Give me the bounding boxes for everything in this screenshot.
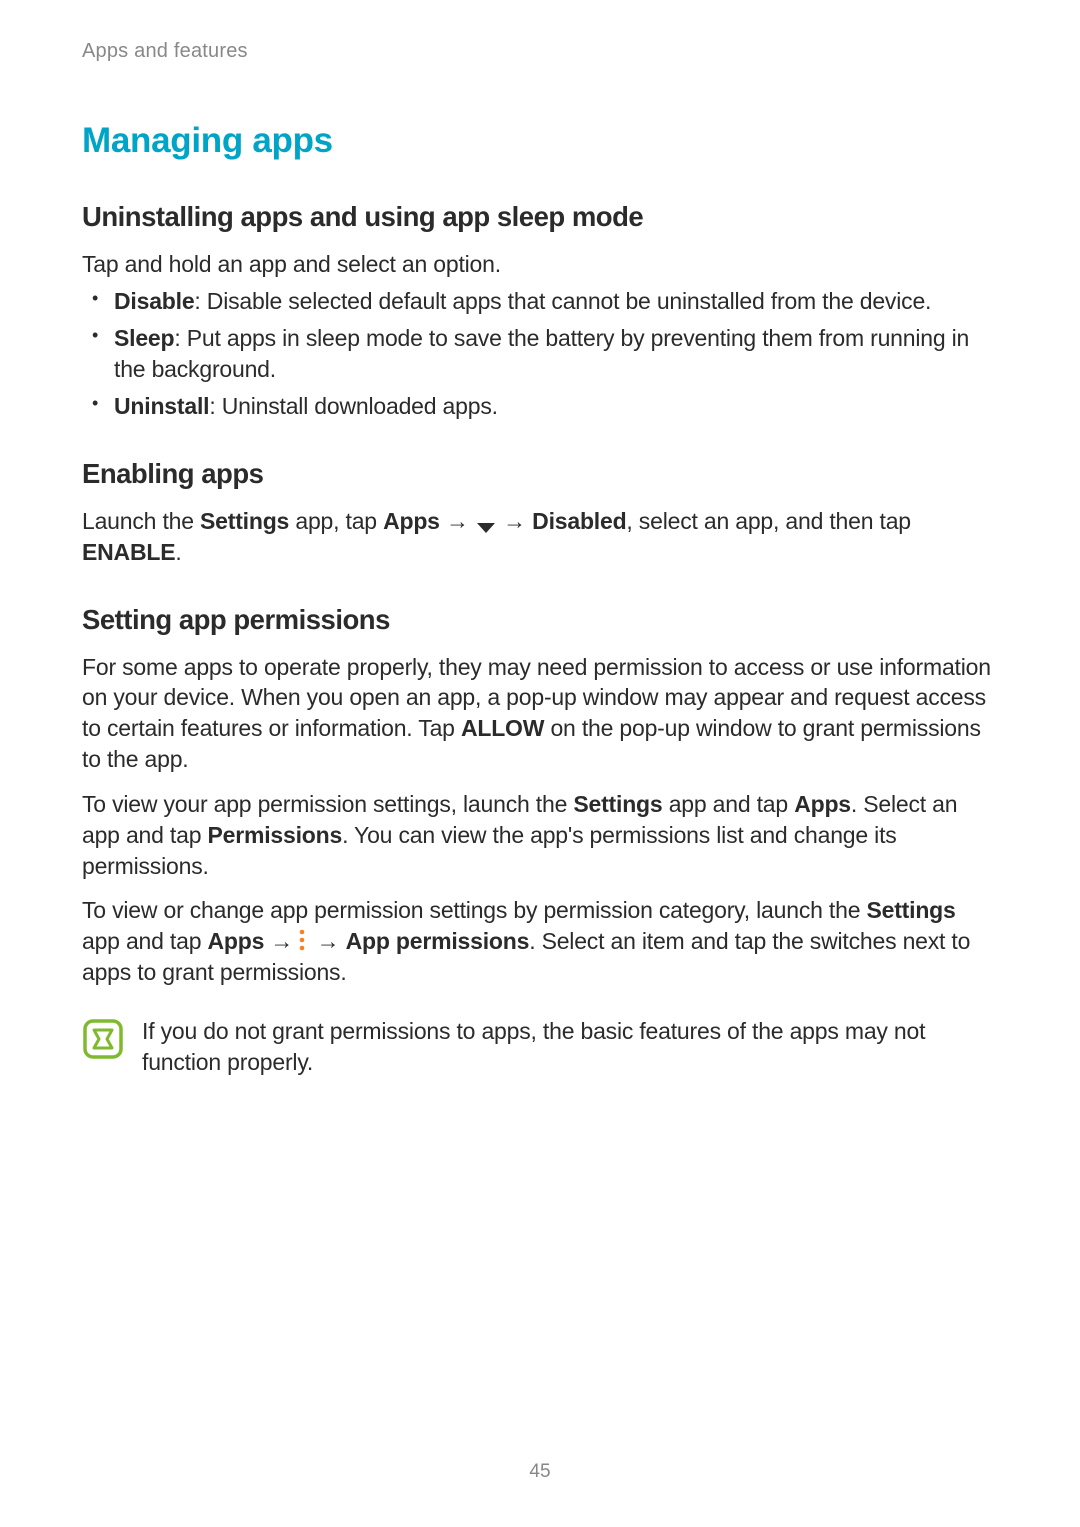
page-title: Managing apps: [82, 121, 998, 161]
note-text: If you do not grant permissions to apps,…: [142, 1016, 998, 1078]
section-enabling: Enabling apps Launch the Settings app, t…: [82, 458, 998, 568]
permissions-para-3: To view or change app permission setting…: [82, 895, 998, 987]
page-number: 45: [0, 1461, 1080, 1483]
permissions-para-2: To view your app permission settings, la…: [82, 789, 998, 881]
breadcrumb: Apps and features: [82, 40, 998, 63]
apps-label: Apps: [208, 928, 265, 954]
option-desc: : Put apps in sleep mode to save the bat…: [114, 325, 969, 382]
text-fragment: Launch the: [82, 508, 200, 534]
section-permissions: Setting app permissions For some apps to…: [82, 604, 998, 988]
disabled-label: Disabled: [532, 508, 626, 534]
list-item: Disable: Disable selected default apps t…: [114, 286, 998, 317]
heading-permissions: Setting app permissions: [82, 604, 998, 636]
dropdown-icon: [475, 513, 497, 529]
arrow-text: →: [440, 508, 475, 534]
app-permissions-label: App permissions: [346, 928, 530, 954]
list-item: Sleep: Put apps in sleep mode to save th…: [114, 323, 998, 385]
note-callout: If you do not grant permissions to apps,…: [82, 1016, 998, 1078]
enabling-instructions: Launch the Settings app, tap Apps → → Di…: [82, 506, 998, 568]
heading-enabling: Enabling apps: [82, 458, 998, 490]
section-uninstalling: Uninstalling apps and using app sleep mo…: [82, 201, 998, 422]
more-options-icon: [299, 928, 310, 950]
option-list: Disable: Disable selected default apps t…: [82, 286, 998, 422]
document-page: Apps and features Managing apps Uninstal…: [0, 0, 1080, 1077]
option-label: Uninstall: [114, 393, 209, 419]
apps-label: Apps: [794, 791, 851, 817]
text-fragment: To view your app permission settings, la…: [82, 791, 573, 817]
note-icon: [82, 1018, 124, 1060]
intro-text: Tap and hold an app and select an option…: [82, 249, 998, 280]
allow-label: ALLOW: [461, 715, 544, 741]
option-desc: : Disable selected default apps that can…: [194, 288, 931, 314]
arrow-text: →: [497, 508, 532, 534]
heading-uninstalling: Uninstalling apps and using app sleep mo…: [82, 201, 998, 233]
list-item: Uninstall: Uninstall downloaded apps.: [114, 391, 998, 422]
permissions-para-1: For some apps to operate properly, they …: [82, 652, 998, 775]
option-desc: : Uninstall downloaded apps.: [209, 393, 497, 419]
enable-label: ENABLE: [82, 539, 175, 565]
arrow-text: →: [310, 928, 345, 954]
text-fragment: , select an app, and then tap: [626, 508, 910, 534]
text-fragment: .: [175, 539, 181, 565]
apps-label: Apps: [383, 508, 440, 534]
text-fragment: To view or change app permission setting…: [82, 897, 866, 923]
text-fragment: app and tap: [82, 928, 208, 954]
text-fragment: app and tap: [663, 791, 795, 817]
settings-label: Settings: [866, 897, 955, 923]
settings-label: Settings: [200, 508, 289, 534]
permissions-label: Permissions: [208, 822, 343, 848]
option-label: Disable: [114, 288, 194, 314]
text-fragment: app, tap: [289, 508, 383, 534]
option-label: Sleep: [114, 325, 174, 351]
arrow-text: →: [264, 928, 299, 954]
settings-label: Settings: [573, 791, 662, 817]
